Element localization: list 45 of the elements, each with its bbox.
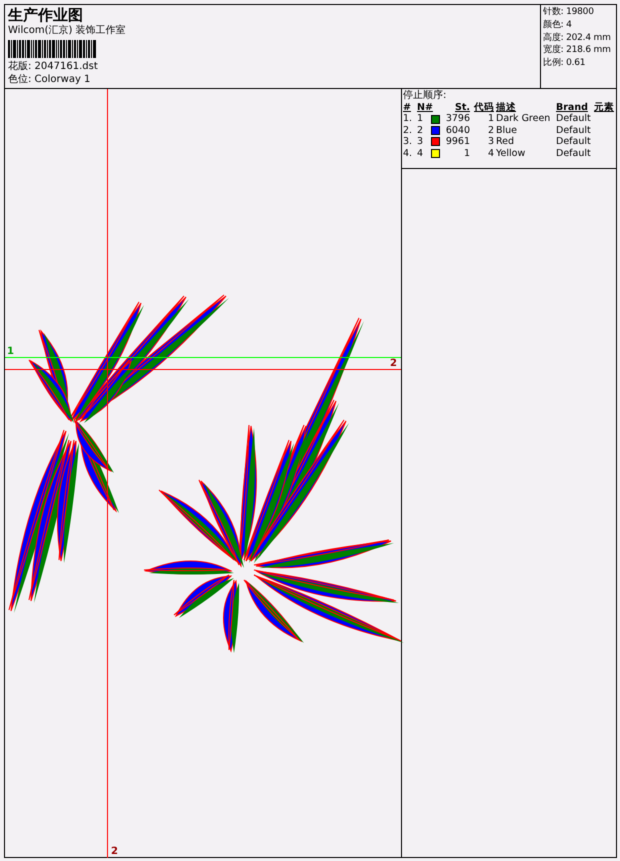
sheet-title: 生产作业图 (8, 7, 84, 24)
table-cell-text: 4. (403, 148, 414, 159)
table-cell-text: Red (496, 136, 516, 148)
column-header: 元素 (594, 102, 614, 114)
table-cell-text: 4 (417, 148, 424, 159)
table-cell-text: 2 (417, 124, 424, 136)
table-cell-text: 9961 (444, 136, 470, 148)
table-cell-text: 1 (462, 148, 470, 159)
stat-text: 颜色: 4 (543, 20, 573, 31)
column-header: St. (454, 102, 470, 114)
table-cell: Default (556, 124, 592, 136)
guide-label: 2 (390, 358, 397, 370)
table-cell-text: 1 (486, 113, 494, 125)
table-cell-text: 3 (486, 136, 494, 148)
column-header: 代码 (472, 102, 494, 114)
colorway-label: 色位: Colorway 1 (8, 74, 92, 86)
table-cell-text: Blue (496, 124, 518, 136)
table-cell-text: 3 (417, 136, 424, 148)
stat-text: 宽度: 218.6 mm (543, 45, 612, 56)
section-title: 停止顺序: (403, 90, 448, 102)
studio-name: Wilcom(汇京) 装饰工作室 (8, 25, 127, 37)
table-cell-text: 3. (403, 136, 414, 148)
table-cell: Default (556, 148, 592, 159)
column-header: 描述 (496, 102, 517, 114)
design-file-label: 花版: 2047161.dst (8, 61, 99, 73)
table-cell-text: 3796 (444, 113, 470, 125)
table-cell: Default (556, 136, 592, 148)
table-cell-text: 1. (403, 113, 414, 125)
barcode-icon (8, 40, 96, 58)
table-cell-text: 4 (486, 148, 494, 159)
table-cell-text: 6040 (444, 124, 470, 136)
table-cell-text: Yellow (496, 148, 526, 159)
table-cell-text: Dark Green (496, 113, 552, 125)
guide-label: 1 (7, 346, 14, 358)
table-cell: Default (556, 113, 592, 125)
column-header: N# (417, 102, 434, 114)
table-cell-text: 2 (486, 124, 494, 136)
stat-text: 针数: 19800 (543, 7, 595, 18)
guide-label: 2 (111, 846, 118, 858)
table-cell-text: 1 (417, 113, 424, 125)
table-cell-text: 2. (403, 124, 414, 136)
stat-text: 比例: 0.61 (543, 58, 586, 69)
column-header: Brand (556, 102, 589, 114)
column-header: # (403, 102, 412, 114)
stat-text: 高度: 202.4 mm (543, 32, 612, 44)
